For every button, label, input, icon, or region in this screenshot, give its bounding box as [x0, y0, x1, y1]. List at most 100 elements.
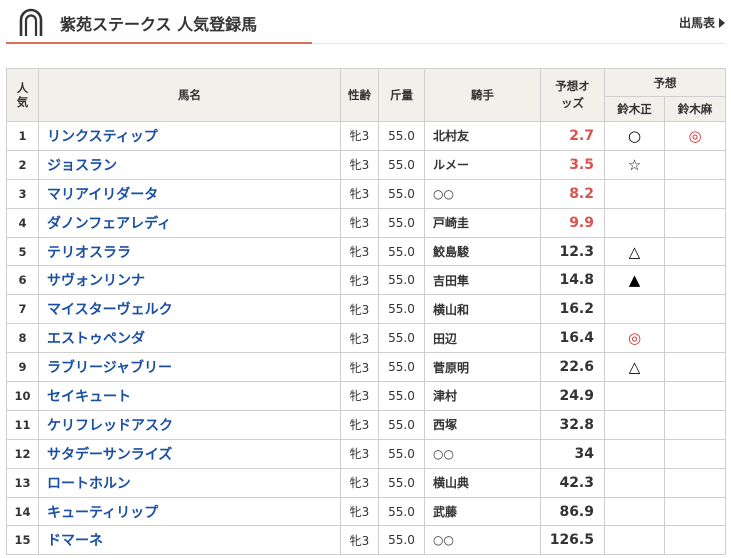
forecast-mark-tipster1: ☆ [604, 149, 665, 180]
col-header-rank: 人気 [6, 68, 39, 122]
weight-cell-text: 55.0 [388, 186, 415, 201]
horse-name-link-text[interactable]: マリアイリダータ [47, 187, 158, 203]
rank-cell-text: 2 [18, 157, 27, 172]
jockey-cell-text: 北村友 [433, 129, 470, 144]
jockey-cell: 吉田隼 [424, 265, 541, 296]
rank-cell: 15 [6, 525, 39, 556]
odds-cell-text: 3.5 [569, 156, 594, 173]
forecast-mark-tipster2 [664, 236, 726, 267]
col-header-tipster1: 鈴木正 [604, 96, 665, 122]
table-row: 14 キューティリップ 牝3 55.0 武藤 86.9 [6, 496, 726, 527]
weight-cell: 55.0 [378, 178, 425, 209]
horse-name-link[interactable]: リンクスティップ [38, 121, 341, 151]
forecast-mark-tipster2 [664, 496, 726, 527]
rank-cell: 1 [6, 121, 39, 151]
sexage-cell: 牝3 [340, 409, 379, 440]
weight-cell: 55.0 [378, 265, 425, 296]
horse-name-link-text[interactable]: ラブリージャブリー [47, 360, 172, 376]
jockey-cell-text: 鮫島駿 [433, 245, 470, 259]
weight-cell-text: 55.0 [388, 157, 415, 172]
forecast-mark-tipster1 [604, 207, 665, 238]
jockey-cell: 武藤 [424, 496, 541, 527]
horse-name-link[interactable]: マリアイリダータ [38, 178, 341, 209]
horse-name-link[interactable]: セイキュート [38, 381, 341, 411]
horse-name-link[interactable]: ケリフレッドアスク [38, 409, 341, 440]
forecast-mark-tipster1 [604, 381, 665, 411]
table-row: 7 マイスターヴェルク 牝3 55.0 横山和 16.2 [6, 294, 726, 325]
sexage-cell: 牝3 [340, 236, 379, 267]
rank-cell: 3 [6, 178, 39, 209]
table-row: 8 エストゥペンダ 牝3 55.0 田辺 16.4 ◎ [6, 323, 726, 354]
jockey-cell-text: 津村 [433, 389, 458, 404]
rank-cell-text: 9 [18, 360, 27, 375]
horse-name-link[interactable]: テリオスララ [38, 236, 341, 267]
col-header-jockey: 騎手 [424, 68, 541, 122]
sexage-cell: 牝3 [340, 323, 379, 354]
weight-cell: 55.0 [378, 467, 425, 498]
rank-cell: 6 [6, 265, 39, 296]
horse-name-link[interactable]: マイスターヴェルク [38, 294, 341, 325]
table-row: 6 サヴォンリンナ 牝3 55.0 吉田隼 14.8 ▲ [6, 265, 726, 296]
rank-cell-text: 14 [14, 504, 31, 519]
sexage-cell: 牝3 [340, 467, 379, 498]
horse-name-link[interactable]: エストゥペンダ [38, 323, 341, 354]
entry-table-link[interactable]: 出馬表 [679, 14, 725, 31]
horse-name-link-text[interactable]: キューティリップ [47, 505, 158, 521]
forecast-mark-tipster1-text: ▲ [628, 271, 641, 290]
horseshoe-icon [19, 8, 43, 36]
sexage-cell-text: 牝3 [349, 476, 370, 491]
col-header-tipster2: 鈴木麻 [664, 96, 726, 122]
col-header-name: 馬名 [38, 68, 341, 122]
rank-cell-text: 15 [14, 533, 31, 548]
horse-name-link-text[interactable]: ドマーネ [47, 533, 103, 549]
horse-name-link[interactable]: ダノンフェアレディ [38, 207, 341, 238]
horse-name-link-text[interactable]: ケリフレッドアスク [47, 418, 173, 434]
rank-cell-text: 6 [18, 273, 27, 288]
jockey-cell-text: ○○ [433, 186, 454, 201]
horse-name-link-text[interactable]: セイキュート [47, 389, 131, 405]
jockey-cell: 津村 [424, 381, 541, 411]
forecast-mark-tipster1 [604, 496, 665, 527]
rank-cell-text: 10 [14, 388, 31, 403]
jockey-cell: ○○ [424, 438, 541, 469]
horse-name-link-text[interactable]: サヴォンリンナ [47, 273, 145, 289]
jockey-cell-text: 吉田隼 [433, 273, 470, 288]
horse-name-link-text[interactable]: マイスターヴェルク [47, 302, 173, 318]
weight-cell-text: 55.0 [388, 128, 415, 143]
weight-cell: 55.0 [378, 438, 425, 469]
sexage-cell: 牝3 [340, 207, 379, 238]
header-divider [312, 43, 725, 44]
horse-name-link-text[interactable]: ダノンフェアレディ [47, 216, 171, 232]
horse-name-link-text[interactable]: テリオスララ [47, 245, 131, 261]
odds-cell-text: 12.3 [559, 243, 594, 260]
odds-cell-text: 32.8 [559, 416, 594, 433]
forecast-mark-tipster2 [664, 178, 726, 209]
weight-cell-text: 55.0 [388, 533, 415, 548]
horse-name-link[interactable]: サヴォンリンナ [38, 265, 341, 296]
horse-name-link[interactable]: ジョスラン [38, 149, 341, 180]
sexage-cell-text: 牝3 [349, 331, 370, 346]
weight-cell: 55.0 [378, 323, 425, 354]
rank-cell: 8 [6, 323, 39, 354]
horse-name-link-text[interactable]: サタデーサンライズ [47, 447, 172, 463]
forecast-mark-tipster2 [664, 381, 726, 411]
horse-name-link-text[interactable]: ジョスラン [47, 158, 117, 174]
col-header-odds: 予想オッズ [540, 68, 605, 122]
odds-cell: 16.4 [540, 323, 605, 354]
horse-name-link[interactable]: ラブリージャブリー [38, 352, 341, 383]
horse-name-link-text[interactable]: リンクスティップ [47, 129, 158, 145]
jockey-cell: 横山和 [424, 294, 541, 325]
horse-name-link[interactable]: ロートホルン [38, 467, 341, 498]
sexage-cell: 牝3 [340, 121, 379, 151]
odds-cell: 3.5 [540, 149, 605, 180]
horse-name-link[interactable]: ドマーネ [38, 525, 341, 556]
horse-name-link-text[interactable]: エストゥペンダ [47, 331, 145, 347]
jockey-cell-text: 田辺 [433, 331, 458, 346]
horse-name-link-text[interactable]: ロートホルン [47, 476, 131, 492]
weight-cell-text: 55.0 [388, 302, 415, 317]
horse-name-link[interactable]: キューティリップ [38, 496, 341, 527]
jockey-cell-text: 戸崎圭 [433, 216, 470, 231]
horse-name-link[interactable]: サタデーサンライズ [38, 438, 341, 469]
weight-cell: 55.0 [378, 294, 425, 325]
odds-cell-text: 126.5 [549, 532, 594, 549]
